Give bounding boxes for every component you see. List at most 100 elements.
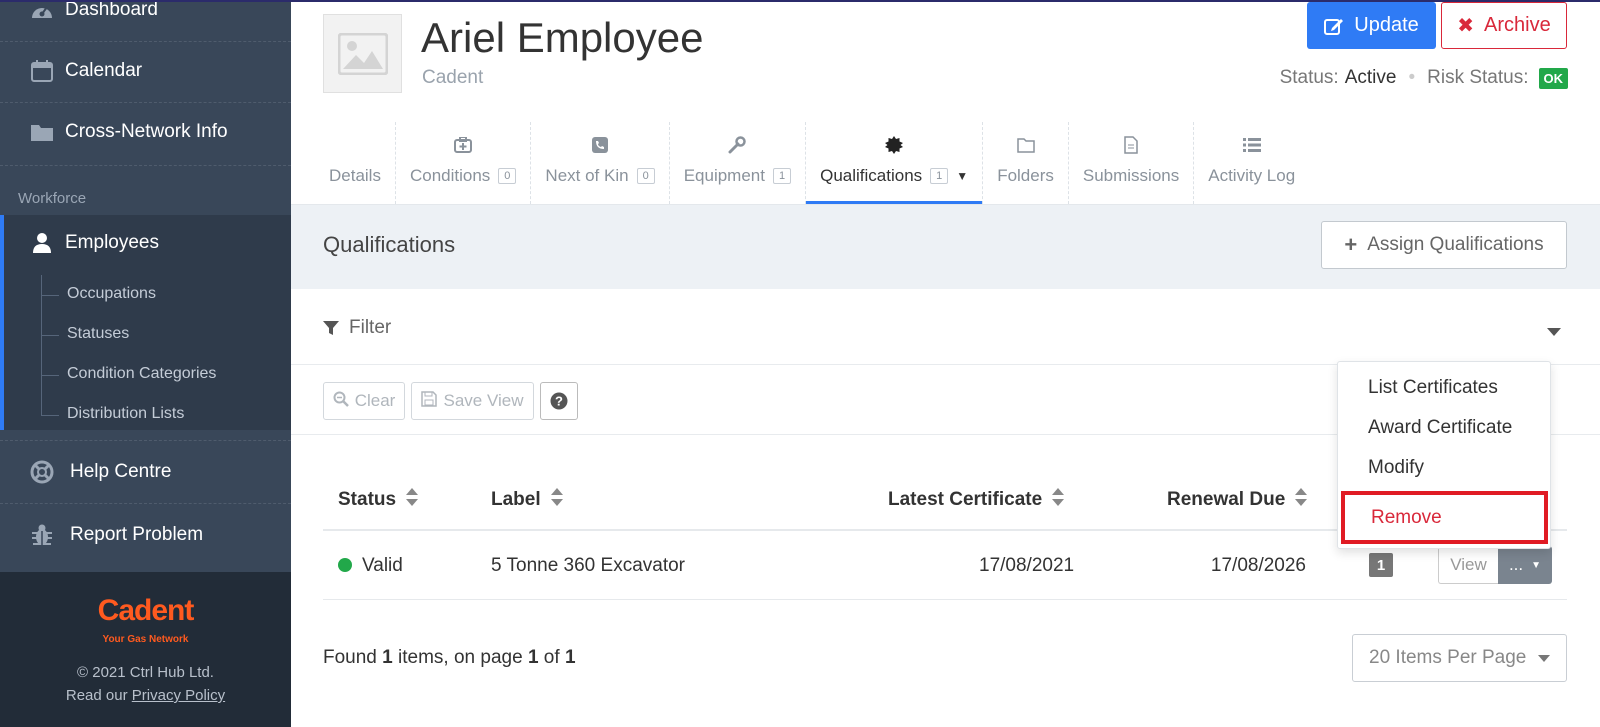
tab-next-of-kin[interactable]: Next of Kin 0 — [531, 122, 670, 204]
question-icon: ? — [550, 392, 568, 410]
folder-outline-icon — [1016, 132, 1035, 158]
tab-label: Qualifications — [820, 166, 923, 185]
sidebar-item-label: Cross-Network Info — [65, 121, 228, 142]
found-prefix: Found — [323, 647, 377, 668]
section-title-workforce: Workforce — [18, 190, 87, 207]
tab-qualifications[interactable]: Qualifications 1 ▼ — [806, 122, 984, 204]
row-actions-menu: List Certificates Award Certificate Modi… — [1337, 361, 1551, 549]
menu-item-remove[interactable]: Remove — [1341, 491, 1548, 544]
tab-label: Activity Log — [1208, 166, 1296, 185]
sort-icon — [1295, 488, 1308, 512]
assign-qualifications-button[interactable]: + Assign Qualifications — [1321, 221, 1567, 269]
sidebar-subitem-occupations[interactable]: Occupations — [67, 285, 156, 303]
column-header-status[interactable]: Status — [338, 488, 419, 512]
tree-branch — [41, 335, 59, 336]
sidebar: Dashboard Calendar Cross-Network Info Wo… — [0, 0, 291, 727]
sidebar-item-help-centre[interactable]: Help Centre — [0, 442, 291, 502]
caret-down-icon[interactable] — [1547, 323, 1561, 341]
tree-branch — [41, 375, 59, 376]
section-title: Qualifications — [323, 232, 456, 257]
update-button[interactable]: Update — [1307, 2, 1436, 49]
status-cell: Valid — [338, 555, 403, 577]
sidebar-subitem-distribution-lists[interactable]: Distribution Lists — [67, 405, 184, 423]
privacy-prefix: Read our — [65, 687, 128, 704]
sidebar-subitem-condition-categories[interactable]: Condition Categories — [67, 365, 216, 383]
filter-toggle[interactable]: Filter — [323, 317, 391, 339]
renewal-due-cell: 17/08/2026 — [1210, 555, 1306, 576]
update-label: Update — [1354, 14, 1419, 36]
tab-label: Equipment — [683, 166, 765, 185]
tab-label: Folders — [997, 166, 1054, 185]
caret-down-icon: ▼ — [1531, 559, 1542, 571]
menu-item-award-certificate[interactable]: Award Certificate — [1368, 417, 1512, 439]
status-label: Status: — [1279, 67, 1339, 88]
status-line: Status: Active • Risk Status: OK — [1280, 67, 1568, 89]
tab-label: Details — [329, 166, 381, 185]
tab-activity-log[interactable]: Activity Log — [1194, 122, 1309, 204]
save-view-label: Save View — [443, 391, 524, 410]
column-label: Renewal Due — [1167, 489, 1286, 510]
items-per-page-select[interactable]: 20 Items Per Page — [1352, 634, 1567, 682]
tab-folders[interactable]: Folders — [983, 122, 1069, 204]
document-icon — [1124, 132, 1138, 158]
per-page-value: 20 Items Per Page — [1369, 647, 1527, 668]
sidebar-item-employees[interactable]: Employees — [0, 213, 291, 273]
found-of: of — [543, 647, 560, 668]
clear-button[interactable]: Clear — [323, 382, 405, 420]
menu-item-modify[interactable]: Modify — [1368, 457, 1424, 479]
found-count: 1 — [382, 647, 393, 668]
assign-label: Assign Qualifications — [1367, 234, 1544, 255]
section-header: Qualifications + Assign Qualifications — [291, 205, 1600, 289]
sidebar-item-label: Report Problem — [70, 524, 204, 545]
column-header-label[interactable]: Label — [491, 488, 563, 512]
edit-icon — [1324, 18, 1344, 35]
sort-icon — [406, 488, 419, 512]
tab-label: Next of Kin — [545, 166, 629, 185]
tab-count-badge: 0 — [636, 168, 655, 184]
plus-icon: + — [1344, 232, 1358, 257]
bug-icon — [30, 524, 54, 546]
more-label: ... — [1508, 555, 1524, 574]
archive-button[interactable]: ✖ Archive — [1441, 2, 1567, 49]
list-icon — [1242, 132, 1261, 158]
save-icon — [421, 390, 438, 412]
sidebar-item-dashboard[interactable]: Dashboard — [0, 0, 291, 40]
filter-icon — [323, 321, 339, 335]
tab-equipment[interactable]: Equipment 1 — [670, 122, 807, 204]
image-placeholder-icon — [337, 32, 388, 75]
tab-submissions[interactable]: Submissions — [1069, 122, 1195, 204]
sidebar-item-label: Help Centre — [70, 461, 172, 482]
tab-details[interactable]: Details — [315, 122, 396, 204]
brand-tagline: Your Gas Network — [102, 634, 189, 645]
phone-icon — [592, 132, 609, 158]
sidebar-item-calendar[interactable]: Calendar — [0, 41, 291, 101]
sidebar-item-report-problem[interactable]: Report Problem — [0, 505, 291, 565]
privacy-policy-link[interactable]: Privacy Policy — [132, 687, 225, 704]
separator-dot: • — [1408, 67, 1416, 88]
save-view-button[interactable]: Save View — [411, 382, 534, 420]
sidebar-item-cross-network-info[interactable]: Cross-Network Info — [0, 102, 291, 162]
sidebar-item-label: Dashboard — [65, 0, 158, 20]
filter-panel[interactable]: Filter — [291, 289, 1600, 365]
divider — [0, 440, 291, 441]
column-header-latest-certificate[interactable]: Latest Certificate — [888, 488, 1065, 512]
more-actions-button[interactable]: ... ▼ — [1498, 546, 1552, 584]
column-header-renewal-due[interactable]: Renewal Due — [1167, 488, 1308, 512]
close-icon: ✖ — [1457, 15, 1475, 37]
latest-certificate-cell: 17/08/2021 — [979, 555, 1075, 576]
medkit-icon — [454, 132, 473, 158]
sidebar-subitem-statuses[interactable]: Statuses — [67, 325, 129, 343]
divider — [0, 503, 291, 504]
column-label: Status — [338, 489, 397, 510]
tab-count-badge: 1 — [930, 168, 949, 184]
tab-count-badge: 1 — [772, 168, 792, 184]
column-label: Latest Certificate — [888, 489, 1043, 510]
view-button[interactable]: View — [1438, 546, 1498, 584]
brand-logo: Cadent — [97, 594, 195, 627]
user-icon — [30, 232, 54, 254]
caret-down-icon[interactable]: ▼ — [956, 169, 968, 183]
sidebar-item-label: Employees — [65, 232, 159, 253]
help-button[interactable]: ? — [540, 382, 578, 420]
tab-conditions[interactable]: Conditions 0 — [396, 122, 532, 204]
menu-item-list-certificates[interactable]: List Certificates — [1368, 377, 1498, 399]
